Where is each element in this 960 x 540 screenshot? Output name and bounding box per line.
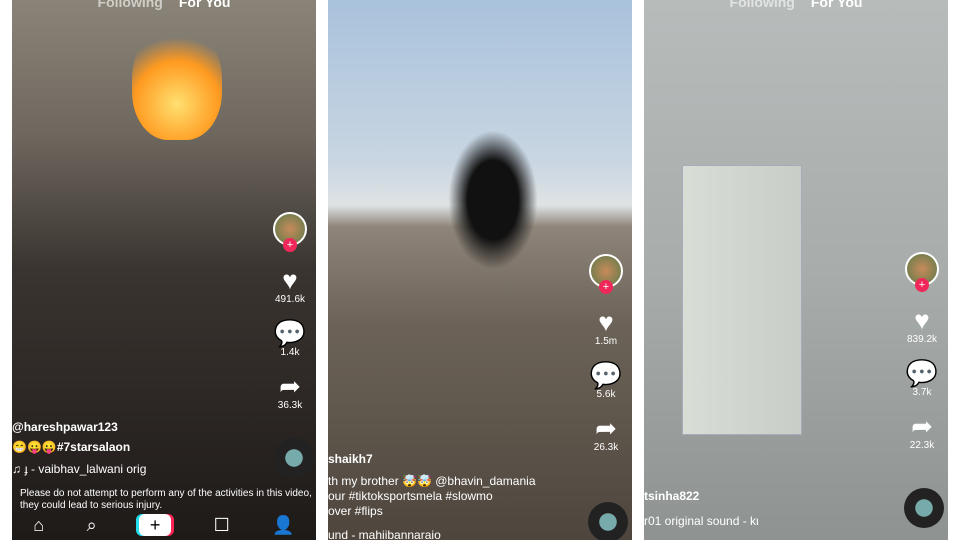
comment-icon[interactable]: 💬 bbox=[902, 359, 942, 387]
inbox-icon[interactable]: ☐ bbox=[214, 515, 230, 536]
username[interactable]: shaikh7 bbox=[328, 452, 373, 466]
username[interactable]: @hareshpawar123 bbox=[12, 420, 118, 434]
profile-icon[interactable]: 👤 bbox=[272, 515, 294, 536]
feed-tabs: Following For You bbox=[644, 0, 948, 10]
tab-for-you[interactable]: For You bbox=[811, 0, 863, 10]
feed-tabs: Following For You bbox=[12, 0, 316, 10]
fire-image bbox=[132, 20, 222, 140]
like-count: 491.6k bbox=[274, 294, 306, 305]
caption-line: our #tiktoksportsmela #slowmo bbox=[328, 489, 493, 503]
follow-plus-icon[interactable]: + bbox=[599, 280, 613, 294]
share-icon[interactable]: ➦ bbox=[270, 372, 310, 400]
share-count: 22.3k bbox=[909, 440, 935, 451]
share-count: 26.3k bbox=[593, 442, 619, 453]
bottom-nav: ⌂ ⌕ + ☐ 👤 bbox=[12, 510, 316, 540]
share-icon[interactable]: ➦ bbox=[902, 412, 942, 440]
video-panel-2[interactable]: + ♥ 1.5m 💬 5.6k ➦ 26.3k shaikh7 th my broth… bbox=[328, 0, 632, 540]
action-rail: + ♥ 1.5m 💬 5.6k ➦ 26.3k bbox=[586, 254, 626, 453]
share-count: 36.3k bbox=[277, 400, 303, 411]
follow-plus-icon[interactable]: + bbox=[915, 278, 929, 292]
sound-label[interactable]: und - mahiibannaraio bbox=[328, 528, 441, 540]
comment-count: 3.7k bbox=[912, 387, 932, 398]
flipping-person-image bbox=[448, 130, 538, 270]
follow-plus-icon[interactable]: + bbox=[283, 238, 297, 252]
heart-icon[interactable]: ♥ bbox=[902, 306, 942, 334]
sound-label[interactable]: r01 original sound - kι bbox=[644, 514, 759, 528]
music-disc[interactable] bbox=[274, 438, 314, 478]
comment-count: 5.6k bbox=[596, 389, 616, 400]
music-disc[interactable] bbox=[588, 502, 628, 540]
share-icon[interactable]: ➦ bbox=[586, 414, 626, 442]
music-disc[interactable] bbox=[904, 488, 944, 528]
action-rail: + ♥ 491.6k 💬 1.4k ➦ 36.3k bbox=[270, 212, 310, 411]
comment-icon[interactable]: 💬 bbox=[586, 361, 626, 389]
caption: 😁😛😛#7starsalaon bbox=[12, 440, 131, 454]
home-icon[interactable]: ⌂ bbox=[33, 515, 44, 536]
caption-line: th my brother 🤯🤯 @bhavin_damania bbox=[328, 474, 536, 488]
tab-for-you[interactable]: For You bbox=[179, 0, 231, 10]
heart-icon[interactable]: ♥ bbox=[270, 266, 310, 294]
tab-following[interactable]: Following bbox=[98, 0, 163, 10]
safety-warning: Please do not attempt to perform any of … bbox=[20, 488, 312, 511]
sound-label[interactable]: ♫ ɟ - vaibhav_lalwani orig bbox=[12, 462, 146, 476]
comment-icon[interactable]: 💬 bbox=[270, 319, 310, 347]
heart-icon[interactable]: ♥ bbox=[586, 308, 626, 336]
video-panel-3[interactable]: Following For You + ♥ 839.2k 💬 3.7k ➦ 22.3k … bbox=[644, 0, 948, 540]
like-count: 839.2k bbox=[906, 334, 938, 345]
username[interactable]: tsinha822 bbox=[644, 489, 699, 503]
search-icon[interactable]: ⌕ bbox=[87, 515, 97, 536]
action-rail: + ♥ 839.2k 💬 3.7k ➦ 22.3k bbox=[902, 252, 942, 451]
caption-line: over #flips bbox=[328, 504, 383, 518]
tab-following[interactable]: Following bbox=[730, 0, 795, 10]
like-count: 1.5m bbox=[594, 336, 618, 347]
banknote-image bbox=[682, 165, 802, 435]
create-button[interactable]: + bbox=[139, 514, 172, 536]
video-panel-1[interactable]: Following For You + ♥ 491.6k 💬 1.4k ➦ 36.3k … bbox=[12, 0, 316, 540]
comment-count: 1.4k bbox=[280, 347, 300, 358]
